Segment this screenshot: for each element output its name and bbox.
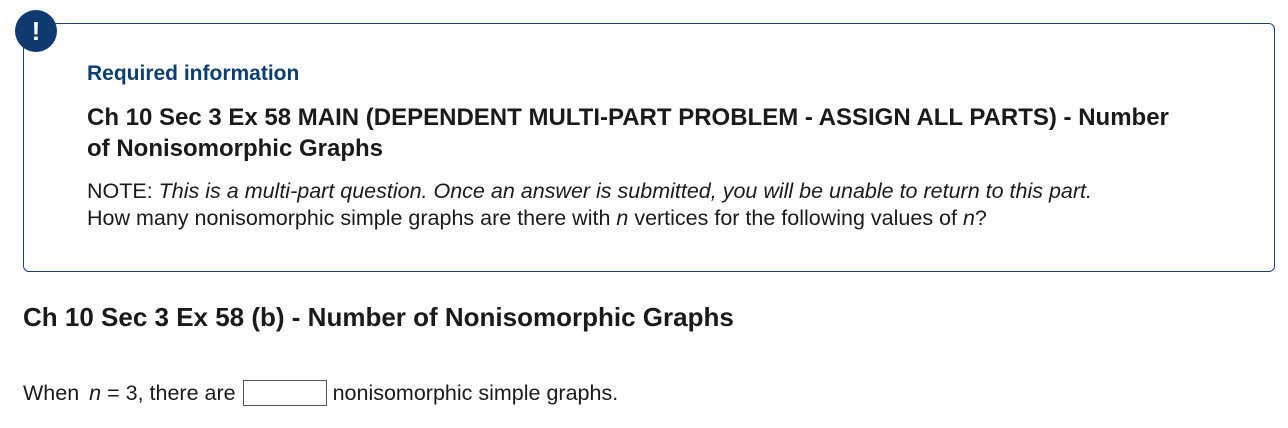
exclamation-icon: ! [15,10,57,52]
question-mid: vertices for the following values of [628,206,963,230]
note-block: NOTE: This is a multi-part question. Onc… [87,178,1247,232]
alert-symbol: ! [31,16,41,46]
answer-line: When n = 3, there are nonisomorphic simp… [23,380,618,406]
note-text: This is a multi-part question. Once an a… [158,179,1092,203]
main-problem-title: Ch 10 Sec 3 Ex 58 MAIN (DEPENDENT MULTI-… [87,104,1169,162]
note-label: NOTE: [87,179,159,203]
question-var-n-2: n [962,206,975,230]
prompt-pre: When [23,380,86,405]
answer-input[interactable] [242,380,327,406]
question-post: ? [974,206,987,230]
question-var-n: n [616,206,629,230]
prompt-post: nonisomorphic simple graphs. [332,380,619,405]
part-title: Ch 10 Sec 3 Ex 58 (b) - Number of Noniso… [23,302,734,332]
prompt-var-n: n [89,380,102,405]
required-info-heading: Required information [87,62,300,85]
question-pre: How many nonisomorphic simple graphs are… [87,206,617,230]
prompt-eq: = 3, there are [101,380,236,405]
